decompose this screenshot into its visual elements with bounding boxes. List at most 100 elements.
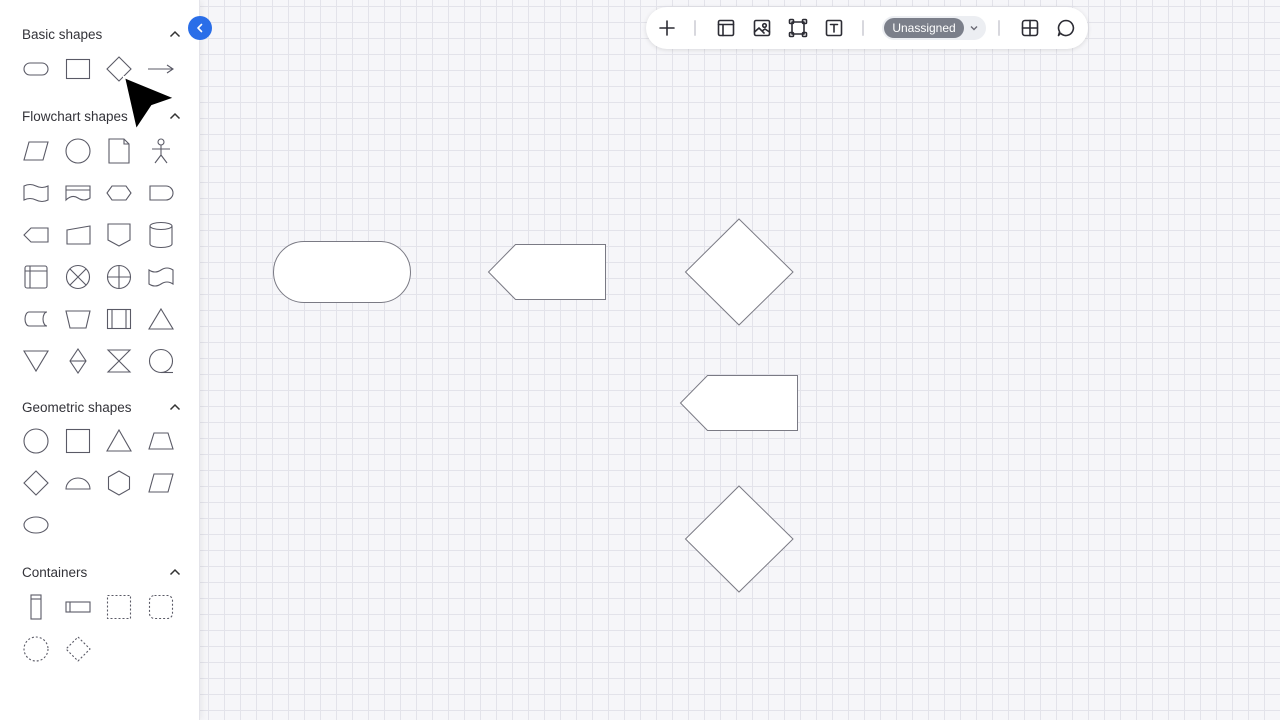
predefined-process-icon (106, 308, 132, 330)
triangle-icon (148, 307, 174, 330)
shape-multiple-documents[interactable] (61, 178, 95, 208)
section-header-containers[interactable]: Containers (22, 561, 182, 583)
shape-sort[interactable] (61, 346, 95, 376)
shape-triangle[interactable] (102, 426, 136, 456)
actor-icon (152, 138, 170, 164)
shape-arrow-line[interactable] (144, 54, 178, 84)
semicircle-icon (65, 477, 91, 490)
shape-parallelogram[interactable] (144, 468, 178, 498)
terminator-icon (23, 62, 49, 76)
shape-dashed-rectangle-container[interactable] (102, 592, 136, 622)
database-icon (149, 221, 173, 249)
shape-summing-junction[interactable] (61, 262, 95, 292)
shape-actor[interactable] (144, 136, 178, 166)
chevron-up-icon (169, 568, 181, 576)
shape-vertical-swimlane[interactable] (19, 592, 53, 622)
shape-dashed-diamond-container[interactable] (61, 634, 95, 664)
comment-icon (1057, 19, 1075, 37)
section-title: Geometric shapes (22, 399, 132, 415)
shape-trapezoid[interactable] (144, 426, 178, 456)
multiple-documents-icon (65, 185, 91, 202)
shape-rectangle[interactable] (61, 54, 95, 84)
shape-sequential-data[interactable] (144, 346, 178, 376)
add-button[interactable] (654, 16, 680, 40)
chevron-up-icon (169, 112, 181, 120)
shape-stored-data[interactable] (19, 304, 53, 334)
shape-or-junction[interactable] (102, 262, 136, 292)
collate-icon (106, 349, 132, 373)
rectangle-icon (65, 58, 91, 80)
document-icon (108, 138, 130, 164)
canvas-terminator-shape[interactable] (273, 241, 411, 303)
display-icon (23, 227, 49, 243)
shape-tape[interactable] (19, 178, 53, 208)
shape-merge-triangle[interactable] (19, 346, 53, 376)
internal-storage-icon (24, 265, 48, 289)
arrow-line-icon (148, 64, 174, 74)
shape-semicircle[interactable] (61, 468, 95, 498)
shape-diamond[interactable] (19, 468, 53, 498)
top-toolbar: Unassigned (646, 7, 1088, 49)
chevron-left-icon (197, 23, 203, 33)
shape-square[interactable] (61, 426, 95, 456)
hexagon-icon (107, 470, 131, 496)
shape-predefined-process[interactable] (102, 304, 136, 334)
insert-image-button[interactable] (749, 16, 775, 40)
grid-icon (1021, 19, 1039, 37)
dashed-circle-icon (23, 636, 49, 662)
shape-library-sidebar: Basic shapes Flowchart shapes Geometric … (0, 0, 200, 720)
shape-dashed-circle-container[interactable] (19, 634, 53, 664)
templates-button[interactable] (713, 16, 739, 40)
template-icon (717, 19, 735, 37)
section-header-flowchart-shapes[interactable]: Flowchart shapes (22, 105, 182, 127)
stored-data-icon (24, 311, 48, 327)
shape-preparation-hexagon[interactable] (102, 178, 136, 208)
shape-punched-tape[interactable] (144, 262, 178, 292)
shape-manual-input[interactable] (61, 220, 95, 250)
shape-diamond[interactable] (102, 54, 136, 84)
shape-document[interactable] (102, 136, 136, 166)
sequential-data-icon (148, 348, 174, 374)
hexagon-icon (106, 185, 132, 201)
shape-extract-triangle[interactable] (144, 304, 178, 334)
ellipse-icon (23, 516, 49, 534)
or-junction-icon (106, 264, 132, 290)
off-page-connector-icon (107, 223, 131, 247)
section-header-geometric-shapes[interactable]: Geometric shapes (22, 396, 182, 418)
shape-ellipse[interactable] (19, 510, 53, 540)
shape-dashed-rounded-container[interactable] (144, 592, 178, 622)
dashed-rounded-rectangle-icon (148, 594, 174, 620)
shape-off-page-connector[interactable] (102, 220, 136, 250)
shape-delay[interactable] (144, 178, 178, 208)
section-title: Containers (22, 564, 88, 580)
toolbar-separator (862, 20, 864, 36)
chevron-up-icon (169, 403, 181, 411)
canvas[interactable] (200, 0, 1280, 720)
section-header-basic-shapes[interactable]: Basic shapes (22, 23, 182, 45)
collapse-sidebar-button[interactable] (188, 16, 212, 40)
shape-manual-operation[interactable] (61, 304, 95, 334)
shape-hexagon[interactable] (102, 468, 136, 498)
section-title: Basic shapes (22, 26, 103, 42)
comment-button[interactable] (1053, 16, 1079, 40)
grid-toggle-button[interactable] (1017, 16, 1043, 40)
shape-collate[interactable] (102, 346, 136, 376)
image-icon (753, 19, 771, 37)
shape-circle[interactable] (19, 426, 53, 456)
shape-internal-storage[interactable] (19, 262, 53, 292)
square-icon (65, 428, 91, 454)
text-button[interactable] (821, 16, 847, 40)
shape-terminator[interactable] (19, 54, 53, 84)
chevron-down-icon (970, 26, 978, 31)
frame-button[interactable] (785, 16, 811, 40)
plus-icon (659, 20, 675, 36)
shape-display[interactable] (19, 220, 53, 250)
diamond-icon (23, 470, 49, 496)
whiteboard-app: Basic shapes Flowchart shapes Geometric … (0, 0, 1280, 720)
shape-data-parallelogram[interactable] (19, 136, 53, 166)
shape-connector-circle[interactable] (61, 136, 95, 166)
manual-input-icon (66, 225, 91, 245)
assignee-dropdown[interactable]: Unassigned (882, 16, 986, 40)
shape-database-cylinder[interactable] (144, 220, 178, 250)
shape-horizontal-swimlane[interactable] (61, 592, 95, 622)
